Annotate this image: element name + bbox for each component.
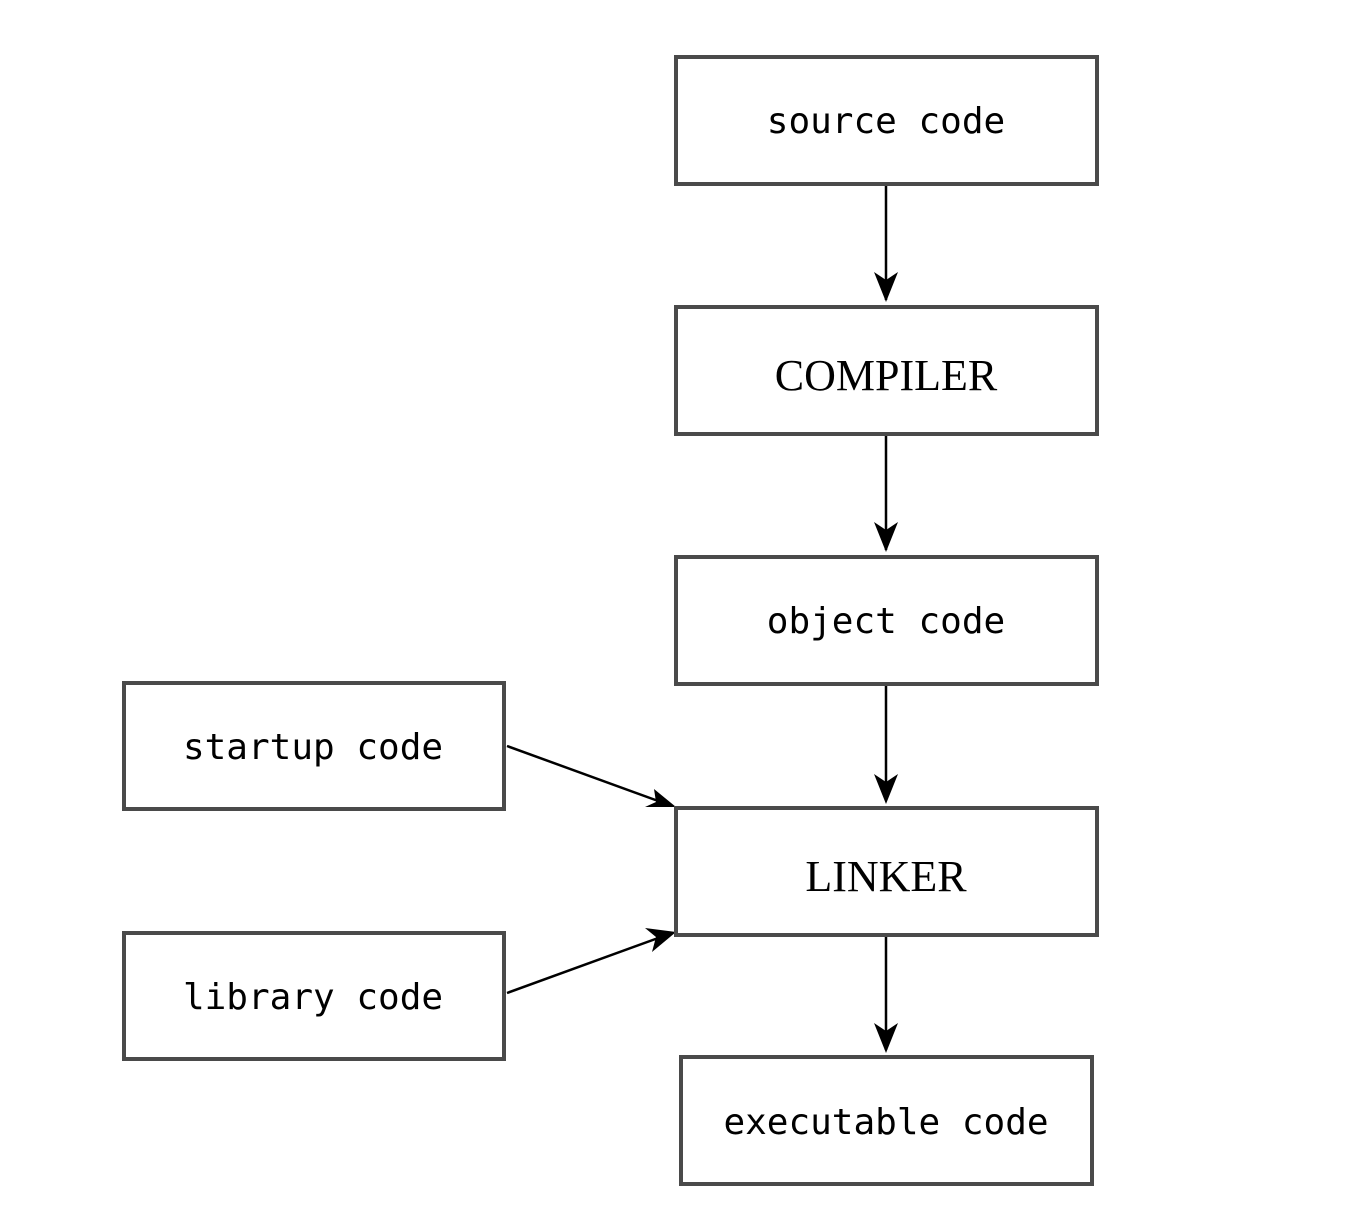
- node-label: LINKER: [805, 852, 967, 901]
- node-startup-code: startup code: [122, 681, 506, 811]
- edge-startup-to-linker: [506, 744, 673, 808]
- node-label: source code: [767, 101, 1005, 142]
- node-executable-code: executable code: [679, 1055, 1094, 1186]
- node-label: startup code: [183, 727, 443, 768]
- node-label: COMPILER: [775, 351, 998, 400]
- node-linker: LINKER: [674, 806, 1099, 937]
- compilation-flow-diagram: source code COMPILER object code startup…: [122, 55, 1099, 1186]
- node-label: library code: [183, 977, 443, 1018]
- node-source-code: source code: [674, 55, 1099, 186]
- node-label: object code: [767, 601, 1005, 642]
- node-library-code: library code: [122, 931, 506, 1061]
- node-compiler: COMPILER: [674, 305, 1099, 436]
- node-object-code: object code: [674, 555, 1099, 686]
- edge-library-to-linker: [506, 931, 673, 995]
- node-label: executable code: [723, 1102, 1048, 1143]
